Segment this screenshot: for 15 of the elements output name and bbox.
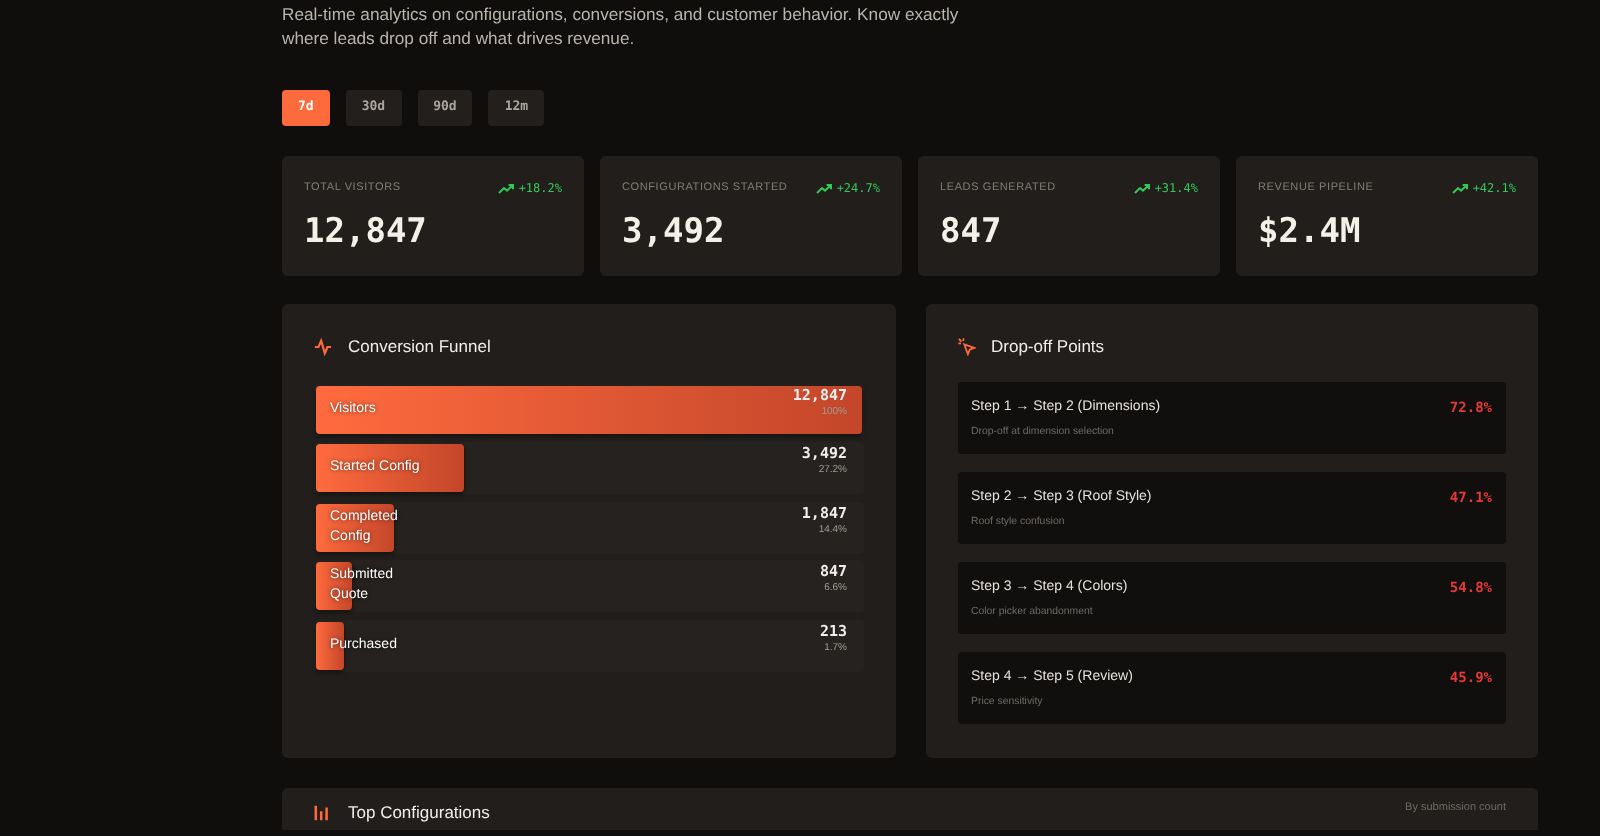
stat-value: 12,847	[304, 216, 429, 250]
trend-up-icon	[1452, 184, 1469, 194]
intro-text: Real-time analytics on configurations, conversions, and customer behavior. Know exactly where leads drop off and what drives revenue.	[282, 2, 961, 50]
trend-up-icon	[498, 184, 515, 194]
pulse-icon	[314, 337, 332, 356]
panel-title: Conversion Funnel	[348, 334, 491, 360]
trend-up-icon	[816, 184, 833, 194]
stat-value: $2.4M	[1258, 216, 1363, 250]
stat-value: 3,492	[622, 216, 727, 250]
stat-value: 847	[940, 216, 1004, 250]
bar-chart-icon	[314, 803, 332, 822]
panel-title: Top Configurations	[348, 800, 490, 826]
panel-title: Drop-off Points	[991, 334, 1105, 360]
pointer-click-icon	[957, 337, 975, 356]
trend-up-icon	[1134, 184, 1151, 194]
